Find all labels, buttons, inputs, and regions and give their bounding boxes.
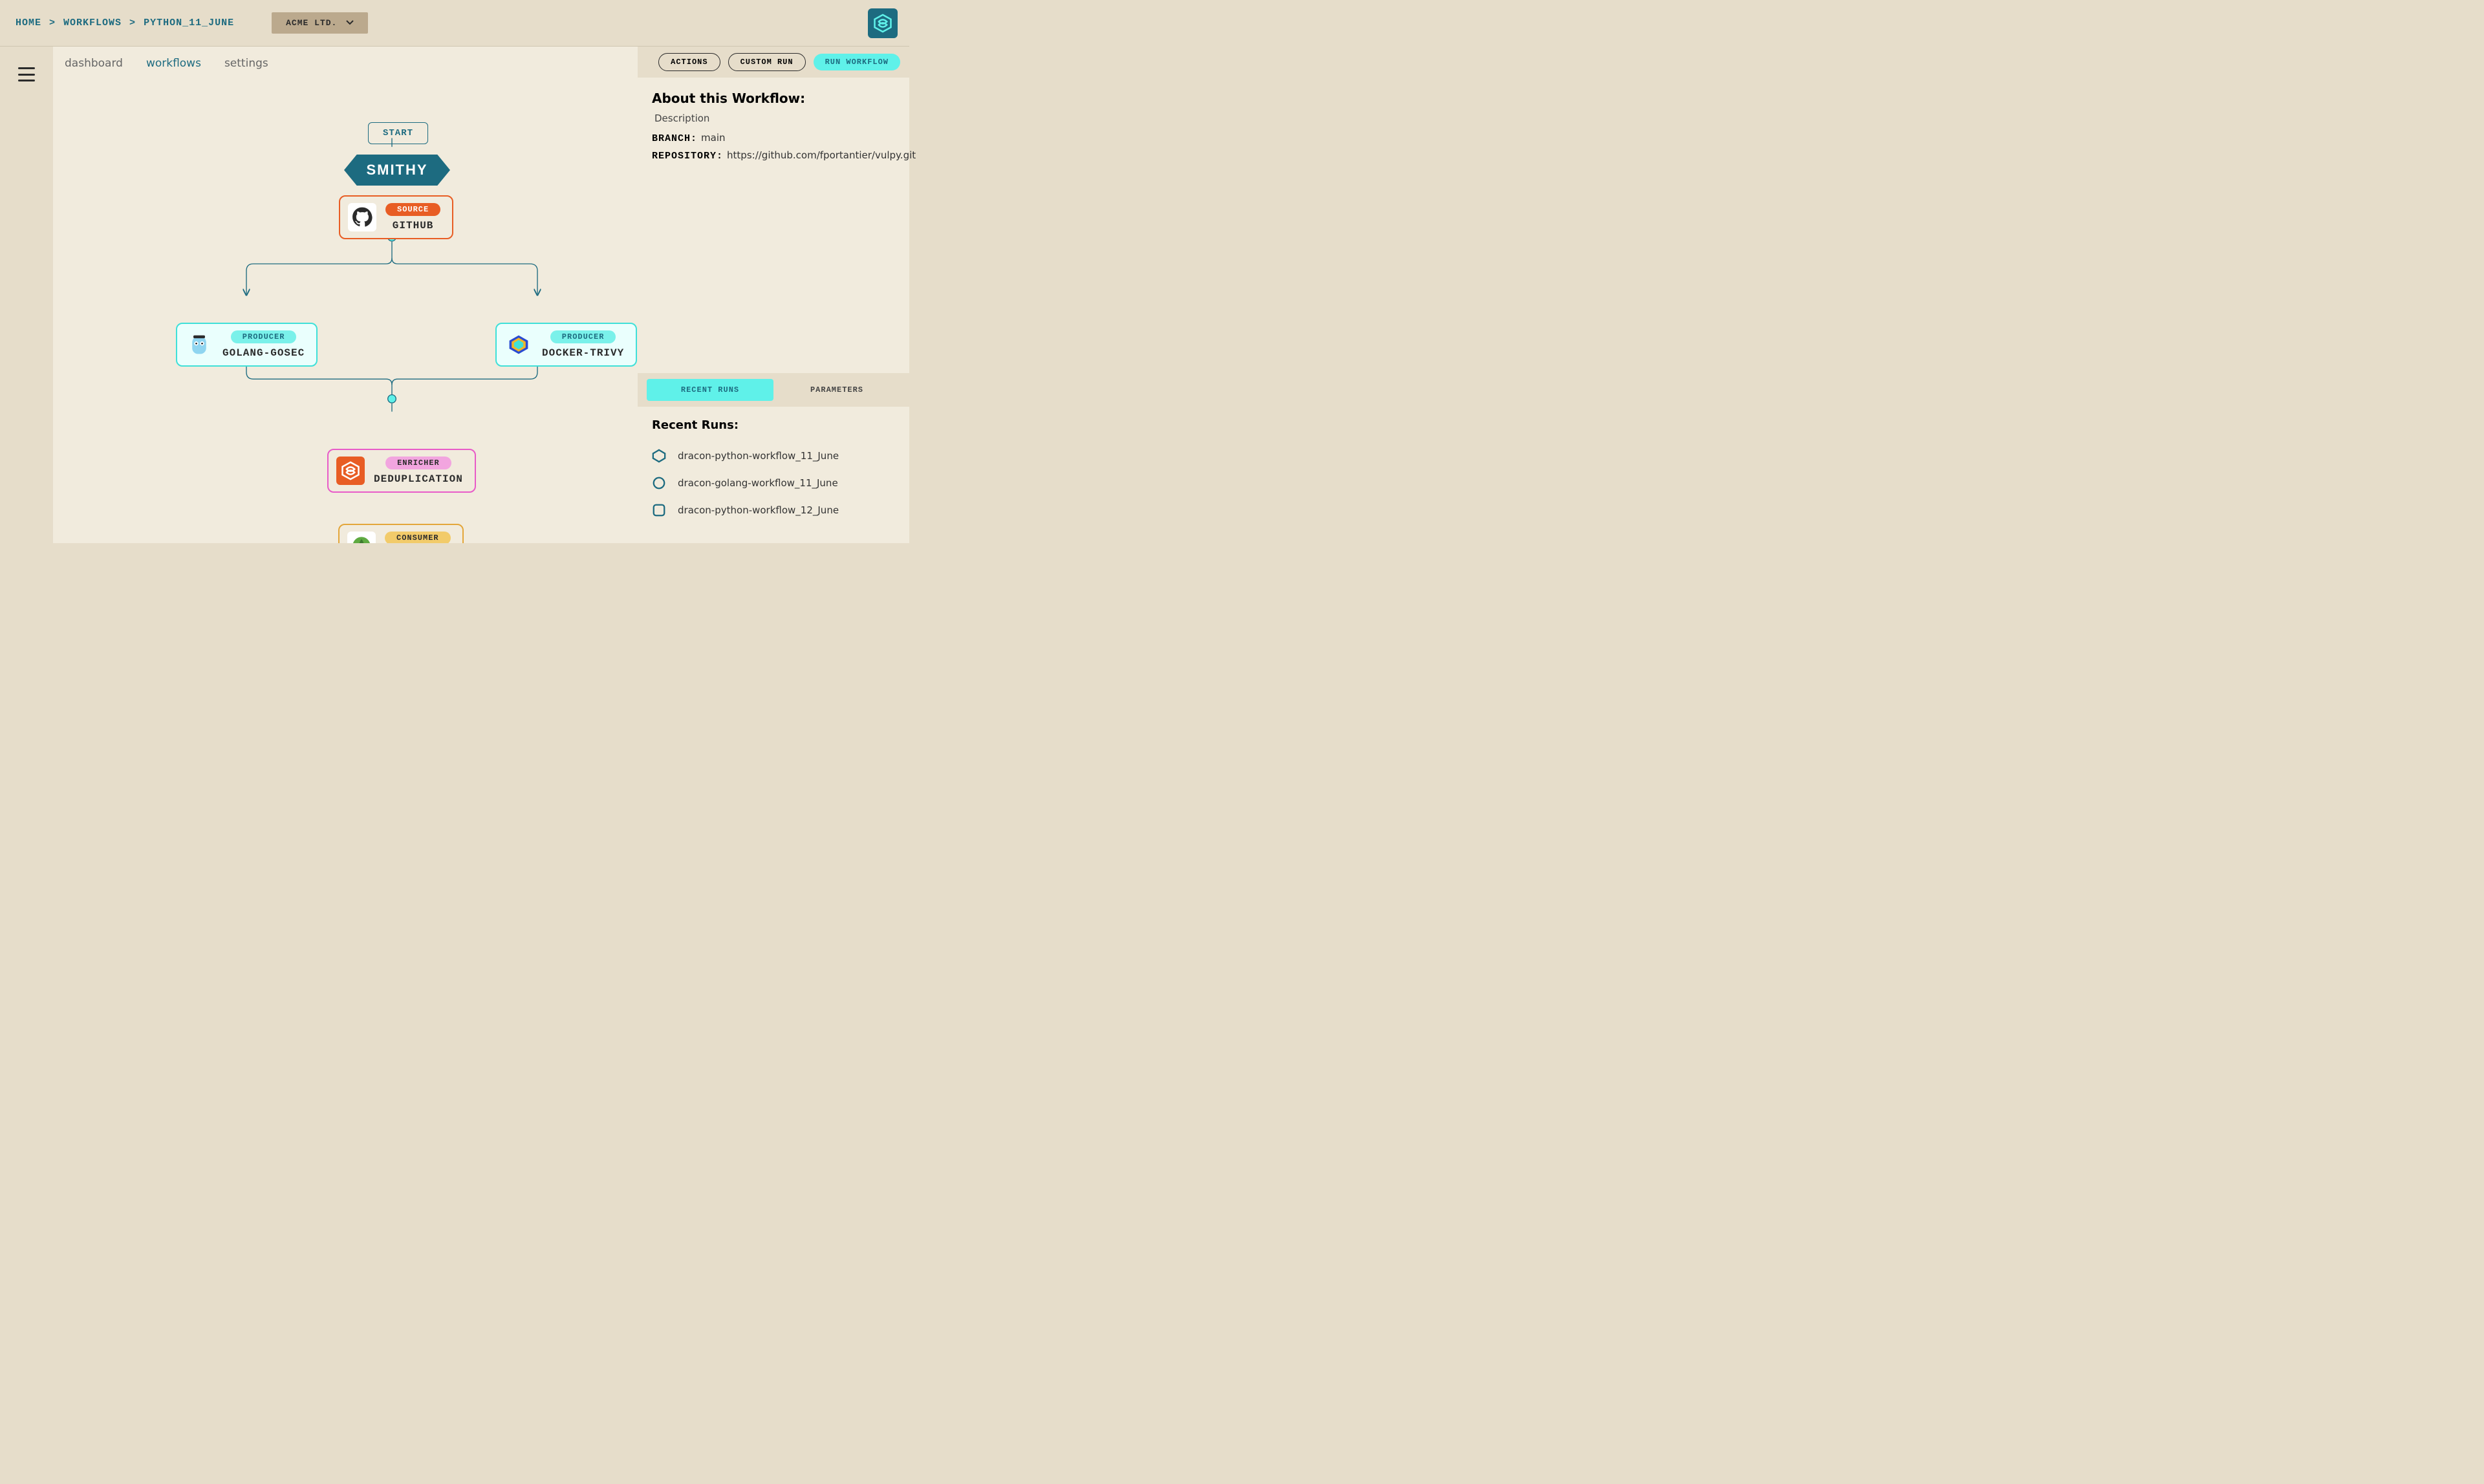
run-item[interactable]: dracon-python-workflow_12_June [652, 497, 895, 524]
stage-tag: PRODUCER [550, 330, 616, 343]
node-consumer[interactable]: CONSUMER MONGO DB [338, 524, 464, 543]
run-item[interactable]: dracon-golang-workflow_11_June [652, 469, 895, 497]
tab-settings[interactable]: settings [213, 49, 280, 78]
gopher-icon [185, 330, 213, 359]
sub-tabs: RECENT RUNS PARAMETERS [638, 373, 909, 407]
run-label: dracon-python-workflow_12_June [678, 504, 839, 516]
sidebar-toggle-strip [0, 47, 53, 543]
org-name: ACME LTD. [286, 18, 337, 28]
header: HOME > WORKFLOWS > PYTHON_11_JUNE ACME L… [0, 0, 909, 46]
breadcrumb-sep: > [49, 17, 56, 28]
action-bar: ACTIONS CUSTOM RUN RUN WORKFLOW [638, 47, 909, 78]
stage-tag: ENRICHER [385, 457, 451, 469]
body: dashboard workflows settings [0, 46, 909, 543]
branch-value: main [701, 132, 725, 144]
node-engine: SMITHY [344, 155, 450, 186]
branch-label: BRANCH: [652, 133, 697, 144]
hexagon-icon [652, 449, 666, 463]
repo-value: https://github.com/fportantier/vulpy.git [727, 149, 916, 161]
breadcrumb-current: PYTHON_11_JUNE [144, 17, 234, 28]
stage-name: DOCKER-TRIVY [542, 347, 624, 359]
stage-name: DEDUPLICATION [374, 473, 463, 485]
chevron-down-icon [346, 18, 354, 28]
node-producer-gosec[interactable]: PRODUCER GOLANG-GOSEC [176, 323, 318, 367]
trivy-icon [504, 330, 533, 359]
sub-tab-recent-runs[interactable]: RECENT RUNS [647, 379, 773, 401]
org-picker[interactable]: ACME LTD. [272, 12, 368, 34]
node-producer-trivy[interactable]: PRODUCER DOCKER-TRIVY [495, 323, 637, 367]
stage-tag: PRODUCER [231, 330, 297, 343]
run-workflow-button[interactable]: RUN WORKFLOW [814, 54, 900, 70]
tab-dashboard[interactable]: dashboard [53, 49, 135, 78]
right-panel: ACTIONS CUSTOM RUN RUN WORKFLOW About th… [638, 47, 909, 543]
tabs: dashboard workflows settings [53, 47, 638, 78]
square-icon [652, 503, 666, 517]
breadcrumb-workflows[interactable]: WORKFLOWS [63, 17, 122, 28]
repo-label: REPOSITORY: [652, 151, 723, 162]
about-description-label: Description [652, 113, 895, 124]
sub-tab-parameters[interactable]: PARAMETERS [773, 379, 900, 401]
run-label: dracon-golang-workflow_11_June [678, 477, 838, 489]
node-source[interactable]: SOURCE GITHUB [339, 195, 453, 239]
smithy-icon [873, 14, 892, 33]
breadcrumb: HOME > WORKFLOWS > PYTHON_11_JUNE [16, 17, 234, 28]
stage-tag: SOURCE [385, 203, 440, 216]
workflow-diagram[interactable]: START SMITHY SOURCE GITHUB [53, 78, 638, 543]
stage-name: GOLANG-GOSEC [222, 347, 305, 359]
breadcrumb-sep: > [129, 17, 136, 28]
about-heading: About this Workflow: [652, 91, 895, 106]
circle-icon [652, 476, 666, 490]
stage-name: GITHUB [393, 220, 434, 231]
hamburger-icon[interactable] [18, 67, 35, 81]
tab-workflows[interactable]: workflows [135, 49, 213, 78]
run-label: dracon-python-workflow_11_June [678, 450, 839, 462]
github-icon [348, 203, 376, 231]
canvas-column: dashboard workflows settings [53, 47, 638, 543]
run-item[interactable]: dracon-python-workflow_11_June [652, 442, 895, 469]
recent-runs-heading: Recent Runs: [652, 418, 895, 432]
actions-button[interactable]: ACTIONS [658, 53, 720, 71]
custom-run-button[interactable]: CUSTOM RUN [728, 53, 806, 71]
node-enricher[interactable]: ENRICHER DEDUPLICATION [327, 449, 476, 493]
about-section: About this Workflow: Description BRANCH:… [638, 78, 909, 373]
stage-tag: CONSUMER [385, 532, 451, 543]
breadcrumb-home[interactable]: HOME [16, 17, 41, 28]
smithy-icon [336, 457, 365, 485]
node-start[interactable]: START [368, 122, 428, 144]
app-logo[interactable] [868, 8, 898, 38]
mongodb-icon [347, 532, 376, 543]
recent-runs-section: Recent Runs: dracon-python-workflow_11_J… [638, 407, 909, 543]
